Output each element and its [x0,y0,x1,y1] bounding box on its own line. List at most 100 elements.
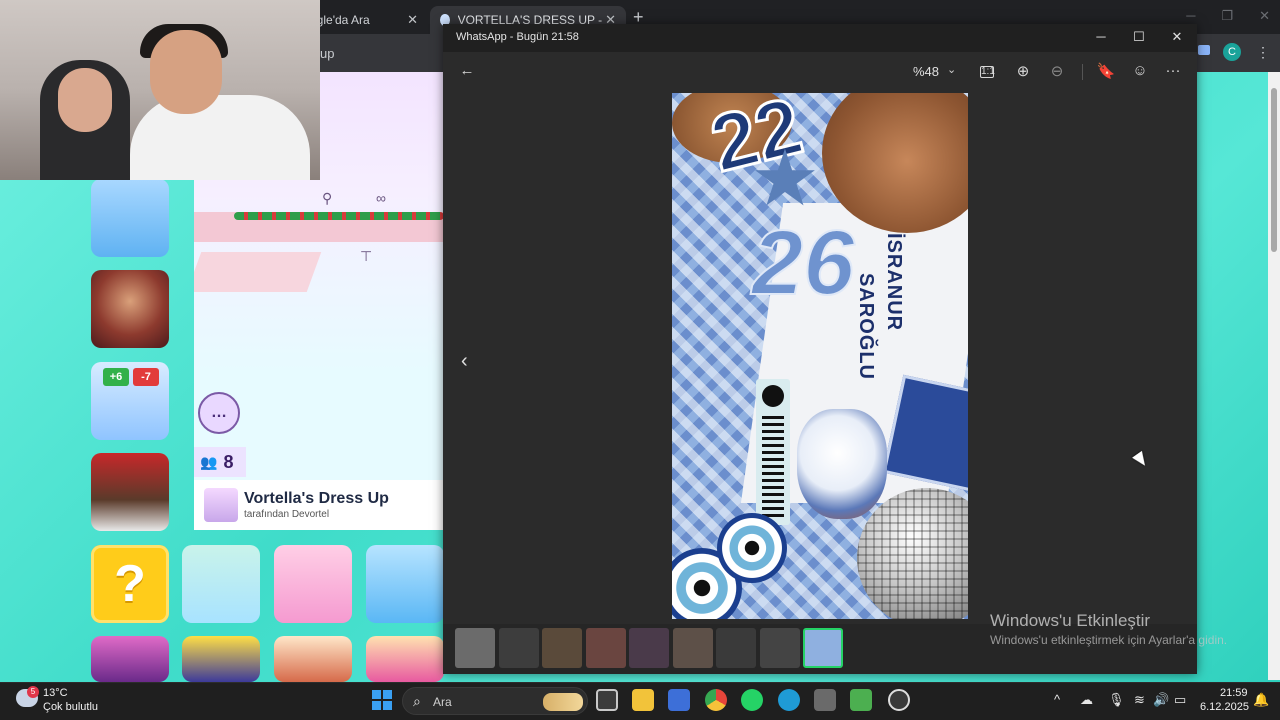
spotify-code [756,379,790,525]
maximize-icon[interactable]: ☐ [1129,29,1149,45]
photo-tea-cup [797,409,887,519]
game-tile-ride[interactable] [366,545,444,623]
close-icon[interactable]: ✕ [1167,29,1187,45]
previous-image-icon[interactable]: ‹ [461,350,468,373]
viewed-photo: 22 ★ 26 İSRANUR SAROĞLU [672,93,968,619]
notification-icon[interactable]: 🔔 [1253,692,1269,708]
game-tile-math-runner[interactable]: +6 -7 [91,362,169,440]
clock-time[interactable]: 21:59 [1220,687,1248,699]
person-right-face [150,30,222,114]
tile-plus-label: +6 [103,368,129,386]
glasses-icon: ∞ [376,190,386,206]
scrollbar-thumb[interactable] [1271,88,1277,252]
game-tile-hair-salon[interactable] [182,545,260,623]
snipping-tool-icon[interactable] [888,689,910,711]
activation-watermark-title: Windows'u Etkinleştir [990,611,1151,630]
close-tab-icon[interactable]: ✕ [407,12,418,28]
minimize-icon[interactable]: ─ [1186,8,1195,24]
game-tile-runners[interactable] [91,179,169,257]
chat-icon: … [211,404,227,421]
photo-star: ★ [750,134,820,222]
spotify-logo-icon [762,385,784,407]
wifi-icon[interactable]: ≋ [1134,692,1145,708]
edge-icon[interactable] [778,689,800,711]
battery-icon[interactable]: ▭ [1174,692,1186,708]
page-scrollbar[interactable] [1268,72,1280,680]
thumbnail-item[interactable] [629,628,669,668]
game-tile-witch[interactable] [182,636,260,682]
browser-window-controls: ─ ❐ ✕ [1186,8,1270,24]
game-tile-makeup[interactable] [366,636,444,682]
thumbnail-item[interactable] [498,628,539,668]
chat-button[interactable]: … [198,392,240,434]
scene-garland [234,212,444,220]
search-icon: ⌕ [413,693,421,709]
photo-last-name: SAROĞLU [855,273,877,380]
task-view-icon[interactable] [596,689,618,711]
minecraft-icon[interactable] [850,689,872,711]
windows-start-icon[interactable] [372,690,392,710]
browser-menu-icon[interactable]: ⋮ [1256,44,1270,61]
chrome-icon[interactable] [705,689,727,711]
photo-disco-ball [857,488,968,619]
game-tile-doll[interactable] [91,636,169,682]
back-arrow-icon[interactable]: ← [456,62,478,79]
profile-avatar[interactable]: C [1223,43,1241,61]
player-count: 👥 8 [194,447,246,477]
thumbnail-item[interactable] [759,628,800,668]
minimize-icon[interactable]: ─ [1091,29,1111,44]
tray-overflow-icon[interactable]: ^ [1054,692,1060,707]
game-author: tarafından Devortel [244,509,330,520]
people-icon: 👥 [200,453,218,470]
weather-badge: 5 [27,686,39,698]
person-left-face [58,68,112,132]
more-options-icon[interactable]: ··· [1162,62,1184,79]
thumbnail-item[interactable] [803,628,843,668]
zoom-in-icon[interactable]: ⊕ [1012,62,1034,80]
player-count-value: 8 [223,451,234,472]
onedrive-icon[interactable]: ☁ [1080,692,1093,708]
address-text: up [320,46,335,61]
activation-watermark-text: Windows'u etkinleştirmek için Ayarlar'a … [990,633,1228,647]
person-right [130,95,310,180]
thumbnail-item[interactable] [585,628,626,668]
game-card-thumbnail [204,488,238,522]
weather-description[interactable]: Çok bulutlu [43,701,98,713]
game-tile-teacher[interactable] [91,270,169,348]
microphone-icon[interactable]: 🎙 [1108,692,1125,708]
clock-date[interactable]: 6.12.2025 [1200,701,1249,713]
thumbnail-item[interactable] [672,628,713,668]
game-card[interactable]: Vortella's Dress Up tarafından Devortel [194,480,444,530]
thumbnail-item[interactable] [542,628,582,668]
emoji-icon[interactable]: ☺ [1129,62,1151,79]
game-tile-princesses[interactable] [274,636,352,682]
maximize-icon[interactable]: ❐ [1221,8,1233,24]
game-tile-mystery[interactable]: ? [91,545,169,623]
zoom-out-icon[interactable]: ⊖ [1046,62,1068,80]
bookmark-icon[interactable]: 🔖 [1095,62,1117,80]
webcam-overlay [0,0,320,180]
taskbar-search[interactable]: ⌕ Ara [402,687,588,715]
game-tile-santa[interactable] [91,453,169,531]
search-highlight-image [543,693,583,711]
zoom-level[interactable]: %48 [913,64,939,79]
jacket-icon: ⚲ [322,190,333,206]
file-explorer-icon[interactable] [632,689,654,711]
actual-size-icon[interactable]: 1:1 [980,66,995,78]
viewer-toolbar [443,52,1197,92]
calculator-icon[interactable] [814,689,836,711]
close-icon[interactable]: ✕ [1259,8,1270,24]
game-tile-bunny-dress[interactable] [274,545,352,623]
spotify-barcode [762,415,784,517]
thumbnail-item[interactable] [455,628,495,668]
whatsapp-icon[interactable] [741,689,763,711]
shirt-icon: ⊤ [360,248,373,264]
volume-icon[interactable]: 🔊 [1153,692,1169,708]
game-title: Vortella's Dress Up [244,490,389,507]
chevron-down-icon[interactable]: ⌄ [947,63,956,76]
thumbnail-item[interactable] [716,628,756,668]
search-placeholder: Ara [433,695,452,709]
extension-icon[interactable] [1198,45,1210,55]
store-icon[interactable] [668,689,690,711]
weather-temperature[interactable]: 13°C [43,687,68,699]
